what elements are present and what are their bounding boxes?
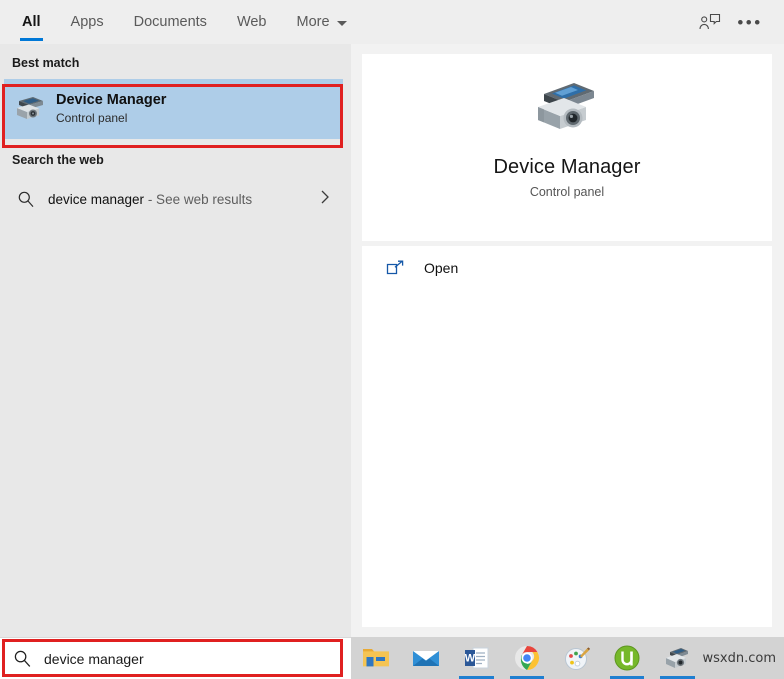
web-search-query: device manager	[48, 191, 145, 207]
preview-card: Device Manager Control panel	[362, 54, 772, 241]
web-search-label: device manager - See web results	[48, 192, 252, 207]
tab-apps[interactable]: Apps	[71, 0, 104, 44]
result-item-device-manager[interactable]: Device Manager Control panel	[4, 79, 343, 139]
search-web-group-label: Search the web	[12, 153, 104, 167]
search-icon	[0, 649, 44, 668]
tab-web-label: Web	[236, 14, 267, 30]
preview-title: Device Manager	[493, 156, 641, 178]
taskbar-item-device-manager[interactable]	[652, 637, 702, 679]
search-results-list: Best match Device Manager Control panel …	[0, 44, 351, 637]
chevron-down-icon	[336, 20, 347, 26]
device-manager-icon	[4, 94, 56, 124]
preview-pane: Device Manager Control panel Open	[351, 44, 784, 637]
web-search-suffix: - See web results	[144, 191, 253, 207]
search-input-bar[interactable]: device manager	[0, 637, 351, 679]
tab-web[interactable]: Web	[237, 0, 267, 44]
result-title: Device Manager	[56, 91, 167, 108]
result-subtitle: Control panel	[56, 111, 128, 126]
taskbar-item-mail[interactable]	[401, 637, 451, 679]
tab-apps-label: Apps	[70, 14, 104, 30]
tab-all[interactable]: All	[20, 0, 43, 44]
preview-actions: Open	[362, 246, 772, 627]
taskbar-item-utorrent[interactable]	[602, 637, 652, 679]
chevron-right-icon[interactable]	[319, 189, 331, 210]
best-match-group-label: Best match	[12, 56, 80, 70]
watermark: wsxdn.com	[702, 650, 777, 666]
taskbar: W wsxdn.com	[351, 637, 784, 679]
preview-subtitle: Control panel	[529, 185, 605, 199]
person-feedback-icon[interactable]	[690, 0, 730, 44]
ellipsis-icon[interactable]: •••	[730, 0, 770, 44]
taskbar-item-file-explorer[interactable]	[351, 637, 401, 679]
device-manager-icon	[362, 76, 772, 140]
search-filter-tabs: All Apps Documents Web More •••	[0, 0, 784, 44]
taskbar-item-chrome[interactable]	[502, 637, 552, 679]
taskbar-item-paint[interactable]	[552, 637, 602, 679]
open-button[interactable]: Open	[362, 246, 772, 290]
tab-all-label: All	[22, 14, 41, 30]
open-external-icon	[386, 260, 424, 277]
search-input-value[interactable]: device manager	[44, 651, 144, 667]
tab-more-label: More	[296, 14, 330, 30]
result-item-web-search[interactable]: device manager - See web results	[4, 180, 343, 218]
search-icon	[4, 190, 48, 208]
tab-documents-label: Documents	[133, 14, 207, 30]
taskbar-item-word[interactable]: W	[451, 637, 501, 679]
open-button-label: Open	[424, 260, 459, 276]
tab-more[interactable]: More	[297, 0, 347, 44]
header-actions: •••	[690, 0, 784, 44]
tab-documents[interactable]: Documents	[134, 0, 207, 44]
windows-search-panel: All Apps Documents Web More ••• Best mat…	[0, 0, 784, 637]
svg-text:W: W	[464, 653, 475, 665]
